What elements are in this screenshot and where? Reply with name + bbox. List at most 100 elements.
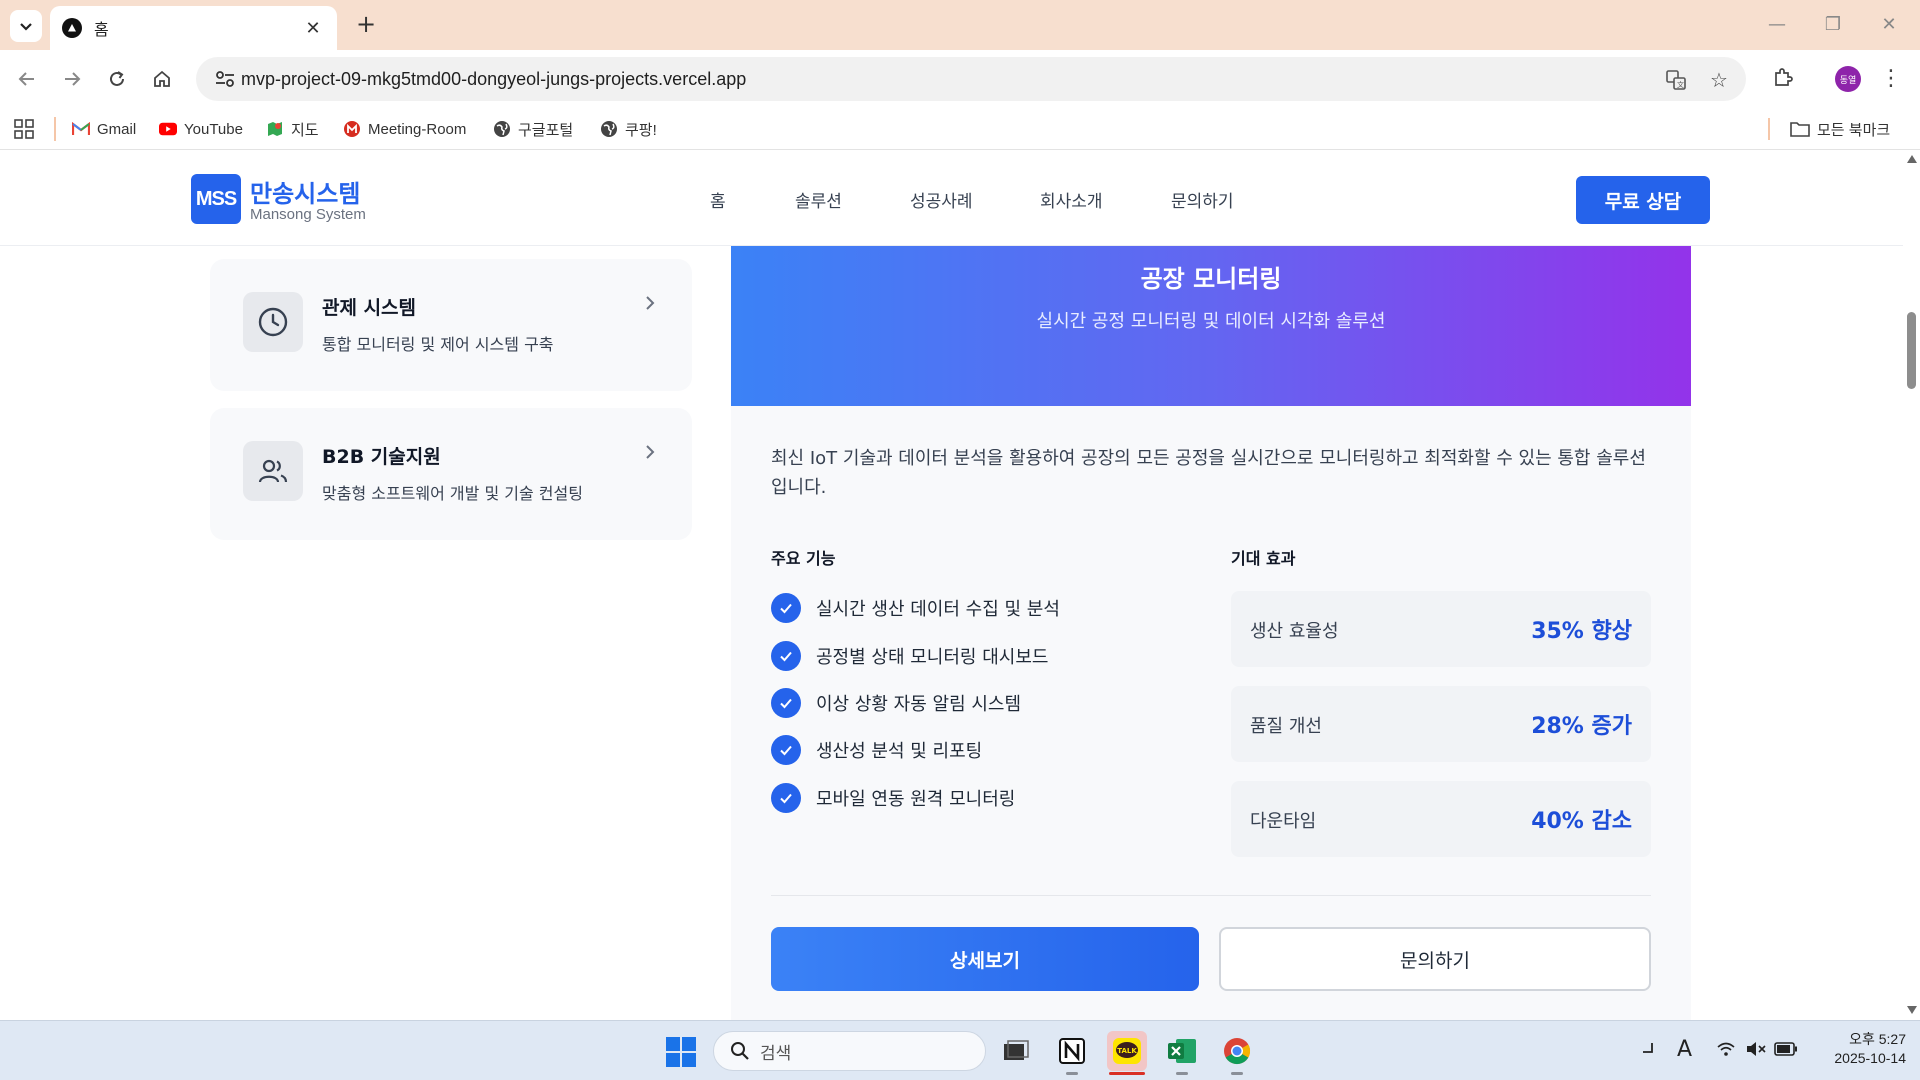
bookmark-gmail[interactable]: Gmail (72, 118, 136, 140)
bookmark-maps[interactable]: 지도 (266, 118, 319, 140)
feature-item: 공정별 상태 모니터링 대시보드 (771, 641, 1048, 671)
solution-detail-card: 공장 모니터링 실시간 공정 모니터링 및 데이터 시각화 솔루션 최신 IoT… (731, 150, 1691, 1020)
home-icon[interactable] (145, 62, 179, 96)
logo-mark[interactable]: MSS (191, 174, 241, 224)
profile-avatar[interactable]: 동열 (1835, 66, 1861, 92)
chrome-icon[interactable] (1217, 1031, 1257, 1075)
all-bookmarks-button[interactable]: 모든 북마크 (1790, 118, 1890, 140)
kakaotalk-icon[interactable]: TALK (1107, 1031, 1147, 1075)
taskbar-clock[interactable]: 오후 5:27 2025-10-14 (1816, 1030, 1906, 1068)
scroll-down-arrow-icon[interactable] (1907, 1006, 1917, 1014)
solution-card-b2b-support[interactable]: B2B 기술지원 맞춤형 소프트웨어 개발 및 기술 컨설팅 (210, 408, 692, 540)
bookmark-label: YouTube (184, 120, 243, 138)
feature-text: 이상 상황 자동 알림 시스템 (816, 694, 1022, 715)
inquiry-button[interactable]: 문의하기 (1219, 927, 1651, 991)
nav-home[interactable]: 홈 (710, 187, 726, 212)
check-circle-icon (771, 688, 801, 718)
chrome-menu-icon[interactable]: ⋮ (1880, 64, 1902, 94)
page-viewport: MSS 만송시스템 Mansong System 홈 솔루션 성공사례 회사소개… (0, 150, 1903, 1020)
url-text: mvp-project-09-mkg5tmd00-dongyeol-jungs-… (241, 69, 747, 89)
excel-icon[interactable] (1162, 1031, 1202, 1075)
battery-icon[interactable] (1774, 1041, 1798, 1061)
minimize-icon[interactable]: — (1752, 10, 1802, 40)
solution-subtitle: 실시간 공정 모니터링 및 데이터 시각화 솔루션 (1036, 311, 1386, 332)
bookmark-label: 지도 (291, 121, 319, 139)
app-running-indicator (1231, 1072, 1243, 1075)
tab-title: 홈 (94, 20, 109, 39)
feature-item: 이상 상황 자동 알림 시스템 (771, 688, 1021, 718)
users-icon (243, 441, 303, 501)
forward-icon[interactable] (55, 62, 89, 96)
tab-search-icon[interactable] (10, 10, 42, 42)
browser-toolbar: mvp-project-09-mkg5tmd00-dongyeol-jungs-… (0, 50, 1920, 108)
nav-success-stories[interactable]: 성공사례 (910, 187, 973, 212)
nav-contact[interactable]: 문의하기 (1171, 187, 1234, 212)
scrollbar-thumb[interactable] (1907, 312, 1916, 389)
effect-value: 28% 증가 (1531, 714, 1632, 739)
bookmark-youtube[interactable]: YouTube (159, 118, 243, 140)
logo-name[interactable]: 만송시스템 (250, 174, 360, 209)
solution-card-control-system[interactable]: 관제 시스템 통합 모니터링 및 제어 시스템 구축 (210, 259, 692, 391)
effect-label: 품질 개선 (1250, 716, 1322, 737)
task-view-icon[interactable] (996, 1031, 1036, 1071)
bookmark-separator (1768, 118, 1770, 140)
nav-about[interactable]: 회사소개 (1040, 187, 1103, 212)
windows-taskbar: 검색 TALK A 오후 5:27 2025-10-14 (0, 1020, 1920, 1080)
nav-solutions[interactable]: 솔루션 (795, 187, 842, 212)
globe-icon (493, 120, 511, 138)
effect-label: 다운타임 (1250, 811, 1317, 832)
browser-tab-active[interactable]: 홈 ✕ (50, 6, 337, 50)
search-placeholder: 검색 (760, 1043, 792, 1064)
solution-card-desc: 통합 모니터링 및 제어 시스템 구축 (322, 335, 554, 354)
effect-label: 생산 효율성 (1250, 621, 1339, 642)
effects-heading: 기대 효과 (1231, 549, 1296, 568)
solution-title: 공장 모니터링 (1140, 265, 1282, 293)
bookmark-coupang[interactable]: 쿠팡! (600, 118, 657, 140)
bookmark-meeting-room[interactable]: Meeting-Room (343, 118, 466, 140)
search-icon (731, 1042, 749, 1060)
svg-text:文: 文 (1677, 80, 1684, 89)
page-scrollbar[interactable] (1903, 150, 1920, 1020)
ime-icon[interactable] (1640, 1041, 1656, 1062)
taskbar-search[interactable]: 검색 (713, 1031, 986, 1071)
site-header: MSS 만송시스템 Mansong System 홈 솔루션 성공사례 회사소개… (0, 150, 1903, 246)
gmail-icon (72, 120, 90, 138)
check-circle-icon (771, 735, 801, 765)
solution-card-title: 관제 시스템 (322, 297, 417, 319)
feature-item: 생산성 분석 및 리포팅 (771, 735, 982, 765)
bookmark-label: 구글포털 (518, 121, 574, 139)
clock-icon (243, 292, 303, 352)
solution-card-desc: 맞춤형 소프트웨어 개발 및 기술 컨설팅 (322, 484, 583, 503)
scroll-up-arrow-icon[interactable] (1907, 155, 1917, 163)
translate-icon[interactable]: 文 (1663, 67, 1689, 93)
effect-value: 35% 향상 (1531, 619, 1632, 644)
volume-muted-icon[interactable] (1745, 1041, 1767, 1062)
bookmark-star-icon[interactable]: ☆ (1706, 67, 1732, 93)
bookmark-label: Gmail (97, 120, 137, 138)
clock-date: 2025-10-14 (1834, 1050, 1906, 1066)
site-info-icon[interactable] (214, 69, 236, 89)
restore-icon[interactable]: ❐ (1808, 10, 1858, 40)
tab-close-icon[interactable]: ✕ (301, 18, 325, 39)
solution-intro: 최신 IoT 기술과 데이터 분석을 활용하여 공장의 모든 공정을 실시간으로… (771, 448, 1646, 498)
apps-grid-icon[interactable] (14, 119, 34, 139)
feature-item: 실시간 생산 데이터 수집 및 분석 (771, 593, 1060, 623)
folder-icon (1790, 121, 1810, 137)
window-close-icon[interactable]: ✕ (1864, 10, 1914, 40)
view-details-button[interactable]: 상세보기 (771, 927, 1199, 991)
language-icon[interactable]: A (1677, 1037, 1692, 1062)
clock-time: 오후 5:27 (1849, 1031, 1906, 1047)
extensions-icon[interactable] (1768, 62, 1798, 92)
address-bar[interactable]: mvp-project-09-mkg5tmd00-dongyeol-jungs-… (196, 57, 1746, 101)
wifi-icon[interactable] (1716, 1041, 1736, 1062)
back-icon[interactable] (10, 62, 44, 96)
windows-start-icon[interactable] (666, 1037, 696, 1067)
bookmarks-bar: Gmail YouTube 지도 Meeting-Room 구글포털 쿠팡! 모… (0, 108, 1920, 150)
bookmark-label: Meeting-Room (368, 120, 467, 138)
bookmark-google-portal[interactable]: 구글포털 (493, 118, 573, 140)
reload-icon[interactable] (100, 62, 134, 96)
notion-icon[interactable] (1052, 1031, 1092, 1075)
free-consult-button[interactable]: 무료 상담 (1576, 176, 1710, 224)
new-tab-icon[interactable]: + (352, 10, 380, 38)
solution-card-title: B2B 기술지원 (322, 446, 441, 468)
